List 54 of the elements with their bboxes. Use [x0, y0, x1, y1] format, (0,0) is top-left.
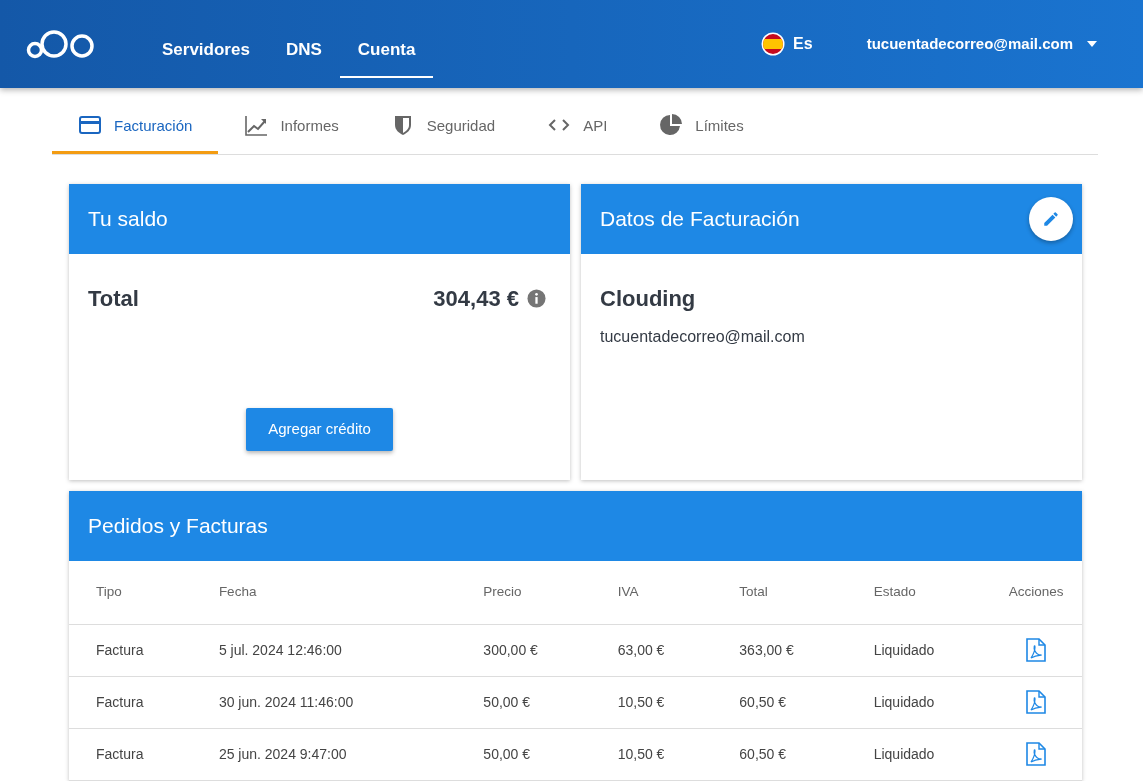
flag-icon[interactable] [761, 32, 786, 56]
table-cell: 25 jun. 2024 9:47:00 [191, 728, 457, 780]
column-header: IVA [590, 561, 713, 624]
account-menu[interactable]: tucuentadecorreo@mail.com [860, 31, 1103, 57]
table-cell: Factura [69, 676, 192, 728]
pdf-icon[interactable] [1026, 638, 1047, 662]
add-credit-button[interactable]: Agregar crédito [246, 408, 393, 451]
table-cell: 300,00 € [456, 624, 591, 676]
table-cell: Factura [69, 624, 192, 676]
tab[interactable]: Límites [633, 100, 770, 154]
table-cell: Liquidado [846, 728, 992, 780]
table-cell: Factura [69, 728, 192, 780]
column-header: Fecha [191, 561, 457, 624]
nav-link-item[interactable]: Servidores [144, 24, 268, 78]
info-icon[interactable] [527, 289, 546, 308]
column-header: Acciones [991, 561, 1082, 624]
tab[interactable]: API [521, 100, 634, 154]
nav-link-item[interactable]: DNS [267, 24, 340, 78]
table-cell: 30 jun. 2024 11:46:00 [191, 676, 457, 728]
table-cell: 63,00 € [590, 624, 713, 676]
tab[interactable]: Seguridad [364, 100, 522, 154]
pencil-icon [1042, 210, 1060, 228]
nav-link-item[interactable]: Cuenta [339, 24, 434, 78]
column-header: Tipo [69, 561, 192, 624]
card-title: Pedidos y Facturas [88, 513, 268, 540]
pdf-icon[interactable] [1026, 742, 1047, 766]
column-header: Estado [846, 561, 992, 624]
balance-amount: 304,43 € [433, 285, 519, 313]
column-header: Precio [456, 561, 591, 624]
table-cell: Liquidado [846, 624, 992, 676]
total-label: Total [88, 285, 139, 313]
table-cell: Liquidado [846, 676, 992, 728]
column-header: Total [712, 561, 847, 624]
billing-email: tucuentadecorreo@mail.com [600, 327, 806, 347]
table-cell: 60,50 € [712, 728, 847, 780]
pie-chart-icon [659, 113, 684, 138]
table-cell: 5 jul. 2024 12:46:00 [191, 624, 457, 676]
table-cell: 10,50 € [590, 676, 713, 728]
table-cell: 60,50 € [712, 676, 847, 728]
chart-icon [244, 113, 269, 138]
pdf-icon[interactable] [1026, 690, 1047, 714]
language-label[interactable]: Es [793, 32, 813, 56]
table-cell: 10,50 € [590, 728, 713, 780]
tab[interactable]: Informes [218, 100, 365, 154]
caret-icon [1087, 41, 1097, 47]
table-cell: 50,00 € [456, 728, 591, 780]
company-name: Clouding [600, 285, 697, 313]
edit-button[interactable] [1029, 197, 1073, 241]
table-cell: 363,00 € [712, 624, 847, 676]
table-cell: 50,00 € [456, 676, 591, 728]
logo-icon[interactable] [26, 29, 96, 59]
card-title: Tu saldo [88, 206, 168, 233]
card-title: Datos de Facturación [600, 206, 800, 233]
tab[interactable]: Facturación [52, 100, 219, 154]
